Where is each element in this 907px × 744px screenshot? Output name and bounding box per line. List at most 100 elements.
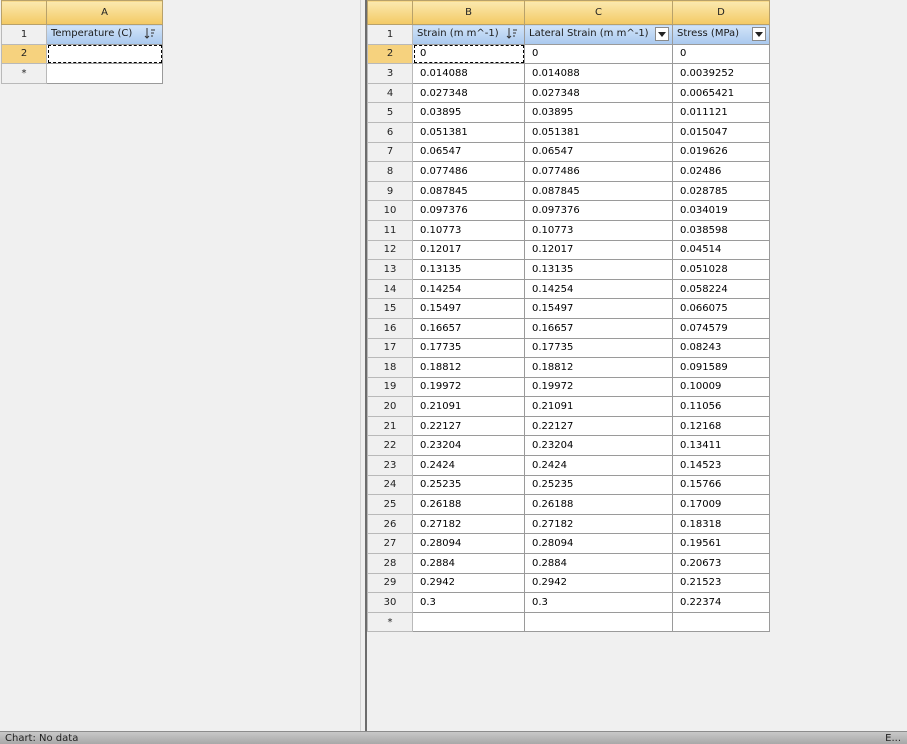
table-cell[interactable]: 0.2884 — [524, 553, 673, 574]
table-cell[interactable]: 0.13135 — [524, 259, 673, 280]
table-cell[interactable]: 0.23204 — [412, 435, 525, 457]
column-letter-c[interactable]: C — [524, 0, 673, 25]
table-cell[interactable]: 0.028785 — [672, 180, 770, 202]
table-cell[interactable]: 0.077486 — [412, 161, 525, 182]
table-cell[interactable]: 0.15497 — [412, 298, 525, 319]
table-cell[interactable]: 0.04514 — [672, 239, 770, 261]
table-cell[interactable]: 0.2884 — [412, 553, 525, 574]
table-cell[interactable]: 0.06547 — [412, 141, 525, 163]
table-cell[interactable]: 0 — [524, 43, 673, 65]
table-cell[interactable]: 0 — [672, 43, 770, 65]
row-number[interactable]: * — [367, 611, 413, 633]
table-cell[interactable]: 0.12017 — [524, 239, 673, 261]
table-cell[interactable]: 0.11056 — [672, 396, 770, 417]
row-number[interactable]: 2 — [367, 43, 413, 65]
table-cell[interactable]: 0.17735 — [412, 337, 525, 359]
corner-cell[interactable] — [1, 0, 47, 25]
table-cell[interactable]: 0.27182 — [412, 513, 525, 535]
table-cell[interactable]: 0.03895 — [524, 102, 673, 123]
row-number[interactable]: 23 — [367, 455, 413, 476]
sort-icon[interactable] — [143, 27, 157, 42]
table-cell[interactable]: 0.14523 — [672, 455, 770, 476]
row-number[interactable]: 8 — [367, 161, 413, 182]
table-cell[interactable]: 0.22127 — [524, 415, 673, 437]
table-cell[interactable]: 0.18318 — [672, 513, 770, 535]
table-cell[interactable]: 0.23204 — [524, 435, 673, 457]
sort-icon[interactable] — [505, 27, 519, 42]
table-cell[interactable]: 0.21091 — [412, 396, 525, 417]
table-cell[interactable]: 0.06547 — [524, 141, 673, 163]
row-number[interactable]: 5 — [367, 102, 413, 123]
table-cell[interactable]: 0.28094 — [412, 533, 525, 555]
table-cell[interactable]: 0.10773 — [524, 219, 673, 241]
row-number[interactable]: 18 — [367, 357, 413, 378]
table-cell[interactable]: 0.19972 — [524, 376, 673, 398]
table-cell[interactable]: 0.25235 — [412, 474, 525, 496]
table-cell[interactable]: 0.26188 — [524, 494, 673, 515]
table-cell[interactable]: 0.0039252 — [672, 63, 770, 84]
row-number[interactable]: 28 — [367, 553, 413, 574]
row-number[interactable]: 1 — [367, 24, 413, 45]
row-number[interactable]: 1 — [1, 24, 47, 45]
table-cell[interactable]: 0.051381 — [524, 121, 673, 143]
table-cell[interactable]: 0.10009 — [672, 376, 770, 398]
row-number[interactable]: 24 — [367, 474, 413, 496]
table-cell[interactable]: 0.02486 — [672, 161, 770, 182]
table-cell[interactable]: 0.058224 — [672, 278, 770, 300]
table-cell[interactable]: 0.15766 — [672, 474, 770, 496]
table-cell[interactable]: 0.14254 — [412, 278, 525, 300]
table-cell[interactable]: 0.015047 — [672, 121, 770, 143]
table-cell[interactable]: 0.21523 — [672, 572, 770, 594]
table-cell[interactable]: 0.22374 — [672, 592, 770, 613]
table-cell[interactable]: 0.087845 — [524, 180, 673, 202]
table-cell[interactable]: 0.21091 — [524, 396, 673, 417]
table-cell[interactable]: 0.2424 — [524, 455, 673, 476]
table-cell[interactable]: 0.25235 — [524, 474, 673, 496]
table-cell[interactable]: 0.15497 — [524, 298, 673, 319]
table-cell[interactable]: 0.051381 — [412, 121, 525, 143]
table-cell[interactable]: 0.16657 — [412, 317, 525, 339]
table-cell[interactable]: 0.13135 — [412, 259, 525, 280]
column-header-b[interactable]: Strain (m m^-1) — [412, 24, 525, 45]
table-cell[interactable]: 0.0065421 — [672, 82, 770, 104]
table-cell[interactable]: 0.3 — [412, 592, 525, 613]
row-number[interactable]: 7 — [367, 141, 413, 163]
table-cell[interactable]: 0.16657 — [524, 317, 673, 339]
table-cell[interactable]: 0.066075 — [672, 298, 770, 319]
table-cell[interactable]: 0.14254 — [524, 278, 673, 300]
table-cell[interactable]: 0.097376 — [524, 200, 673, 221]
table-cell[interactable]: 0.27182 — [524, 513, 673, 535]
table-cell[interactable]: 0.12017 — [412, 239, 525, 261]
table-cell[interactable]: 0.074579 — [672, 317, 770, 339]
row-number[interactable]: 10 — [367, 200, 413, 221]
dropdown-arrow-icon[interactable] — [752, 27, 766, 41]
column-header-d[interactable]: Stress (MPa) — [672, 24, 770, 45]
table-cell[interactable]: 0.08243 — [672, 337, 770, 359]
row-number[interactable]: 19 — [367, 376, 413, 398]
row-number[interactable]: 16 — [367, 317, 413, 339]
table-cell[interactable]: 0.077486 — [524, 161, 673, 182]
dropdown-arrow-icon[interactable] — [655, 27, 669, 41]
table-cell[interactable]: 0.027348 — [524, 82, 673, 104]
table-cell[interactable] — [672, 611, 770, 633]
table-cell[interactable]: 0.17735 — [524, 337, 673, 359]
table-cell[interactable]: 0.19561 — [672, 533, 770, 555]
table-cell[interactable]: 0.097376 — [412, 200, 525, 221]
pane-splitter[interactable] — [360, 0, 367, 731]
table-cell[interactable] — [412, 611, 525, 633]
table-cell[interactable]: 0.10773 — [412, 219, 525, 241]
table-cell[interactable]: 0.22127 — [412, 415, 525, 437]
corner-cell[interactable] — [367, 0, 413, 25]
column-letter-a[interactable]: A — [46, 0, 163, 25]
row-number[interactable]: 3 — [367, 63, 413, 84]
table-cell[interactable]: 0.014088 — [524, 63, 673, 84]
table-cell[interactable]: 0.038598 — [672, 219, 770, 241]
row-number[interactable]: 14 — [367, 278, 413, 300]
row-number[interactable]: 26 — [367, 513, 413, 535]
table-cell[interactable]: 0.011121 — [672, 102, 770, 123]
table-cell[interactable]: 0.091589 — [672, 357, 770, 378]
table-cell[interactable]: 0.17009 — [672, 494, 770, 515]
row-number[interactable]: 22 — [367, 435, 413, 457]
row-number[interactable]: 25 — [367, 494, 413, 515]
row-number[interactable]: 11 — [367, 219, 413, 241]
